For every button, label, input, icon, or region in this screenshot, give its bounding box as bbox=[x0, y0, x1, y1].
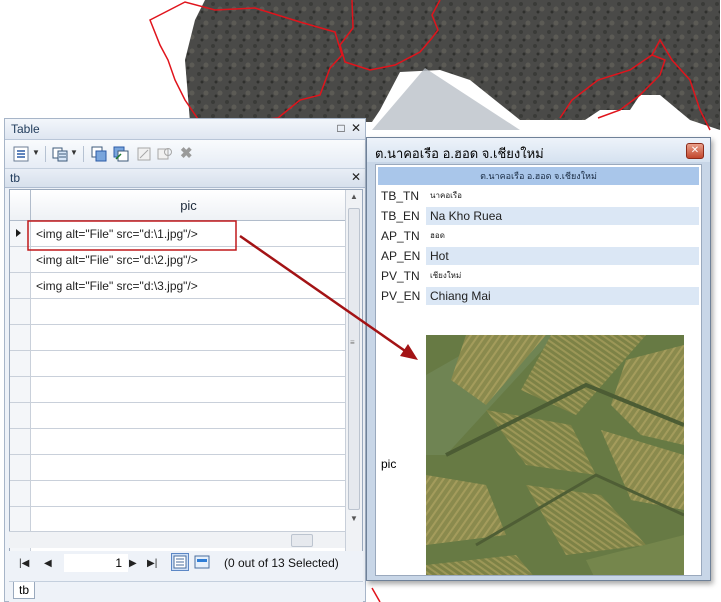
popup-header: ต.นาคอเรือ อ.ฮอด จ.เชียงใหม่ bbox=[378, 167, 699, 185]
popup-title: ต.นาคอเรือ อ.ฮอด จ.เชียงใหม่ bbox=[375, 146, 544, 161]
tab-tb[interactable]: tb bbox=[13, 582, 36, 599]
table-window: Table □ ✕ ▼ ▼ ✖ tb ✕ pic <img alt="File"… bbox=[4, 118, 366, 602]
attribute-key: PV_TN bbox=[381, 269, 420, 283]
pic-label: pic bbox=[381, 457, 397, 471]
table-cell-pic[interactable]: <img alt="File" src="d:\3.jpg"/> bbox=[36, 279, 198, 293]
vertical-scrollbar[interactable]: ▲ ≡ ▼ bbox=[345, 190, 362, 558]
row-selector[interactable] bbox=[10, 247, 31, 272]
pin-window-button[interactable]: □ bbox=[335, 122, 347, 134]
scroll-down-icon[interactable]: ▼ bbox=[346, 512, 362, 526]
attribute-value: Chiang Mai bbox=[426, 287, 699, 305]
table-tabs: tb bbox=[9, 581, 363, 602]
table-cell-pic[interactable]: <img alt="File" src="d:\1.jpg"/> bbox=[36, 227, 198, 241]
attribute-row: PV_EN Chiang Mai bbox=[378, 287, 699, 305]
row-selector[interactable] bbox=[10, 221, 31, 246]
empty-row bbox=[10, 377, 346, 403]
empty-row bbox=[10, 403, 346, 429]
table-row[interactable]: <img alt="File" src="d:\3.jpg"/> bbox=[10, 273, 346, 299]
attribute-key: AP_TN bbox=[381, 229, 420, 243]
popup-content: ต.นาคอเรือ อ.ฮอด จ.เชียงใหม่ TB_TN นาคอเ… bbox=[375, 164, 702, 576]
delete-selected-icon[interactable]: ✖ bbox=[180, 144, 196, 162]
attribute-row: TB_TN นาคอเรือ bbox=[378, 187, 699, 205]
toolbar-separator bbox=[83, 146, 84, 162]
row-selector[interactable] bbox=[10, 273, 31, 298]
horizontal-scrollbar[interactable] bbox=[9, 531, 345, 548]
attribute-key: AP_EN bbox=[381, 249, 421, 263]
attribute-value: นาคอเรือ bbox=[430, 191, 462, 200]
first-record-button[interactable]: |◀ bbox=[19, 558, 29, 569]
related-tables-icon[interactable] bbox=[52, 146, 68, 162]
empty-row bbox=[10, 429, 346, 455]
horizontal-scroll-thumb[interactable] bbox=[291, 534, 313, 547]
related-tables-dropdown-icon[interactable]: ▼ bbox=[70, 148, 78, 157]
table-options-dropdown-icon[interactable]: ▼ bbox=[32, 148, 40, 157]
table-row[interactable]: <img alt="File" src="d:\1.jpg"/> bbox=[10, 221, 346, 247]
empty-row bbox=[10, 299, 346, 325]
attribute-row: PV_TN เชียงใหม่ bbox=[378, 267, 699, 285]
attribute-row: AP_TN ฮอด bbox=[378, 227, 699, 245]
table-title-bar: Table □ ✕ bbox=[5, 119, 365, 140]
attribute-value: เชียงใหม่ bbox=[430, 271, 462, 280]
close-table-tab-button[interactable]: ✕ bbox=[350, 171, 362, 183]
grid-header: pic bbox=[10, 190, 346, 221]
empty-row bbox=[10, 481, 346, 507]
empty-row bbox=[10, 351, 346, 377]
attribute-row: AP_EN Hot bbox=[378, 247, 699, 265]
empty-row bbox=[10, 325, 346, 351]
select-by-attributes-icon[interactable] bbox=[91, 146, 107, 162]
table-tab-header: tb ✕ bbox=[5, 169, 365, 188]
record-navigation-bar: |◀ ◀ 1 ▶ ▶| (0 out of 13 Selected) bbox=[9, 551, 363, 577]
attribute-key: PV_EN bbox=[381, 289, 421, 303]
previous-record-button[interactable]: ◀ bbox=[44, 558, 52, 569]
selection-status: (0 out of 13 Selected) bbox=[224, 556, 339, 570]
show-all-records-icon bbox=[173, 555, 187, 569]
attribute-value: ฮอด bbox=[430, 231, 445, 240]
attribute-value: Hot bbox=[426, 247, 699, 265]
column-header-pic[interactable]: pic bbox=[31, 198, 346, 213]
select-all-corner[interactable] bbox=[10, 190, 31, 220]
table-cell-pic[interactable]: <img alt="File" src="d:\2.jpg"/> bbox=[36, 253, 198, 267]
record-number-field[interactable]: 1 bbox=[64, 554, 128, 572]
aerial-photo bbox=[426, 335, 684, 575]
show-all-records-button[interactable] bbox=[171, 553, 189, 571]
table-row[interactable]: <img alt="File" src="d:\2.jpg"/> bbox=[10, 247, 346, 273]
html-popup-window: ต.นาคอเรือ อ.ฮอด จ.เชียงใหม่ ✕ ต.นาคอเรื… bbox=[366, 137, 711, 581]
attribute-grid: pic <img alt="File" src="d:\1.jpg"/> <im… bbox=[9, 189, 363, 559]
attribute-row: TB_EN Na Kho Ruea bbox=[378, 207, 699, 225]
empty-row bbox=[10, 507, 346, 533]
empty-row bbox=[10, 455, 346, 481]
show-selected-records-icon[interactable] bbox=[194, 555, 210, 569]
next-record-button[interactable]: ▶ bbox=[129, 558, 137, 569]
zoom-to-selected-icon[interactable] bbox=[157, 146, 173, 162]
attribute-key: TB_TN bbox=[381, 189, 420, 203]
table-options-icon[interactable] bbox=[13, 146, 29, 162]
vertical-scroll-thumb[interactable] bbox=[348, 208, 360, 510]
table-window-title: Table bbox=[11, 122, 40, 136]
attribute-key: TB_EN bbox=[381, 209, 420, 223]
close-window-button[interactable]: ✕ bbox=[350, 122, 362, 134]
popup-close-button[interactable]: ✕ bbox=[686, 143, 704, 159]
clear-selection-icon[interactable] bbox=[136, 146, 152, 162]
toolbar-separator bbox=[45, 146, 46, 162]
switch-selection-icon[interactable] bbox=[113, 146, 129, 162]
attribute-value: Na Kho Ruea bbox=[426, 207, 699, 225]
table-toolbar: ▼ ▼ ✖ bbox=[5, 140, 365, 169]
last-record-button[interactable]: ▶| bbox=[147, 558, 157, 569]
current-row-arrow-icon bbox=[16, 229, 21, 237]
scroll-grip-icon: ≡ bbox=[350, 338, 355, 347]
scroll-up-icon[interactable]: ▲ bbox=[346, 190, 362, 204]
table-tab-name: tb bbox=[10, 171, 21, 185]
popup-title-bar: ต.นาคอเรือ อ.ฮอด จ.เชียงใหม่ ✕ bbox=[367, 138, 710, 162]
